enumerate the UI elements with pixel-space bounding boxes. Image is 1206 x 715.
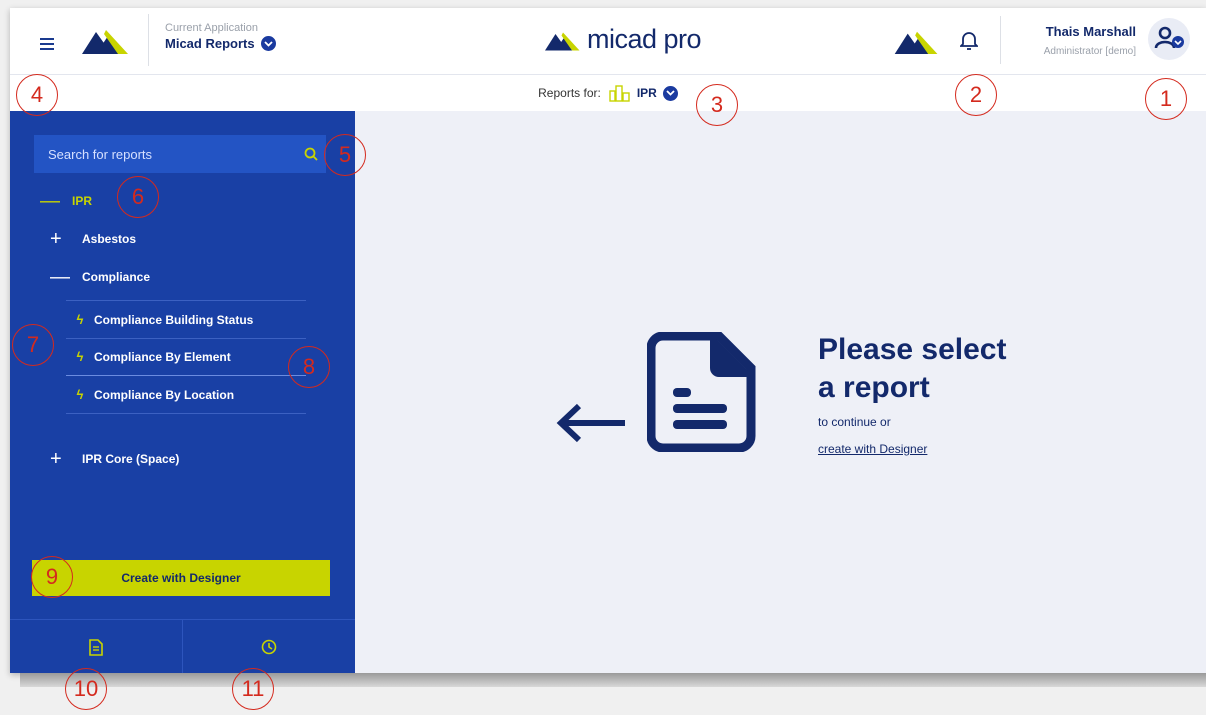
reports-for-label: Reports for:	[538, 86, 601, 100]
search-icon[interactable]	[304, 147, 318, 161]
lightning-icon: ϟ	[76, 387, 84, 402]
sidebar-footer	[10, 619, 355, 674]
clock-icon	[261, 639, 277, 655]
document-icon	[89, 638, 103, 656]
tree-node-label: IPR	[72, 194, 93, 208]
tree-node-ipr[interactable]: — IPR	[40, 190, 93, 212]
tree-node-asbestos[interactable]: + Asbestos	[50, 228, 137, 250]
report-search	[34, 135, 326, 173]
tree-node-label: Compliance	[82, 270, 151, 284]
reports-for-bar: Reports for: IPR	[10, 75, 1206, 111]
report-compliance-building-status[interactable]: ϟ Compliance Building Status	[66, 300, 306, 339]
top-header: Current Application Micad Reports micad …	[10, 8, 1206, 75]
annotation-6: 6	[117, 176, 159, 218]
tree-node-compliance[interactable]: — Compliance	[50, 266, 151, 288]
arrow-left-icon	[556, 403, 625, 443]
app-caption: Current Application	[165, 22, 258, 34]
annotation-10: 10	[65, 668, 107, 710]
report-label: Compliance By Location	[94, 387, 235, 402]
user-icon	[1154, 26, 1184, 49]
brand-mark-icon	[545, 32, 580, 50]
brand-logo: micad pro	[545, 24, 702, 55]
empty-state-title: Please select a report	[818, 331, 1006, 407]
expand-icon: +	[50, 448, 62, 470]
tree-node-ipr-core[interactable]: + IPR Core (Space)	[50, 448, 180, 470]
window-shadow	[20, 673, 1206, 687]
lightning-icon: ϟ	[76, 312, 84, 327]
user-name: Thais Marshall	[1045, 24, 1136, 39]
app-window: Current Application Micad Reports micad …	[10, 8, 1206, 674]
bell-icon[interactable]	[960, 30, 978, 50]
report-compliance-by-location[interactable]: ϟ Compliance By Location	[66, 376, 306, 414]
report-document-icon	[647, 332, 756, 452]
annotation-2: 2	[955, 74, 997, 116]
tree-node-label: Asbestos	[82, 232, 137, 246]
create-with-designer-button[interactable]: Create with Designer	[32, 560, 330, 596]
annotation-5: 5	[324, 134, 366, 176]
main-content: Please select a report to continue or cr…	[355, 111, 1206, 673]
micad-small-logo-icon	[894, 31, 938, 54]
reports-tab[interactable]	[10, 620, 183, 674]
report-label: Compliance Building Status	[94, 312, 254, 327]
tree-node-label: IPR Core (Space)	[82, 452, 180, 466]
app-name: Micad Reports	[165, 36, 255, 51]
collapse-icon: —	[40, 190, 60, 212]
reports-for-value: IPR	[636, 86, 657, 100]
annotation-3: 3	[696, 84, 738, 126]
search-input[interactable]	[46, 145, 290, 163]
chevron-down-icon[interactable]	[662, 85, 678, 101]
annotation-7: 7	[12, 324, 54, 366]
history-tab[interactable]	[183, 620, 355, 674]
application-switcher[interactable]: Current Application Micad Reports	[148, 14, 276, 66]
expand-icon: +	[50, 228, 62, 250]
collapse-icon: —	[50, 266, 70, 288]
annotation-1: 1	[1145, 78, 1187, 120]
chevron-down-icon[interactable]	[260, 36, 276, 51]
user-role: Administrator [demo]	[1043, 46, 1136, 57]
empty-state-subtitle: to continue or	[818, 415, 891, 429]
reports-for-selector[interactable]: IPR	[609, 84, 678, 102]
annotation-4: 4	[16, 74, 58, 116]
buildings-icon	[609, 85, 630, 102]
report-label: Compliance By Element	[94, 349, 231, 364]
report-compliance-by-element[interactable]: ϟ Compliance By Element	[66, 338, 306, 376]
title-line-2: a report	[818, 371, 930, 404]
annotation-11: 11	[232, 668, 274, 710]
micad-logo-icon	[82, 30, 128, 54]
header-divider	[1000, 16, 1001, 64]
user-menu-button[interactable]	[1148, 18, 1190, 60]
brand-text: micad pro	[587, 24, 702, 54]
create-with-designer-link[interactable]: create with Designer	[818, 442, 927, 456]
title-line-1: Please select	[818, 333, 1007, 366]
lightning-icon: ϟ	[76, 349, 84, 364]
menu-icon[interactable]	[40, 38, 54, 53]
annotation-8: 8	[288, 346, 330, 388]
annotation-9: 9	[31, 556, 73, 598]
